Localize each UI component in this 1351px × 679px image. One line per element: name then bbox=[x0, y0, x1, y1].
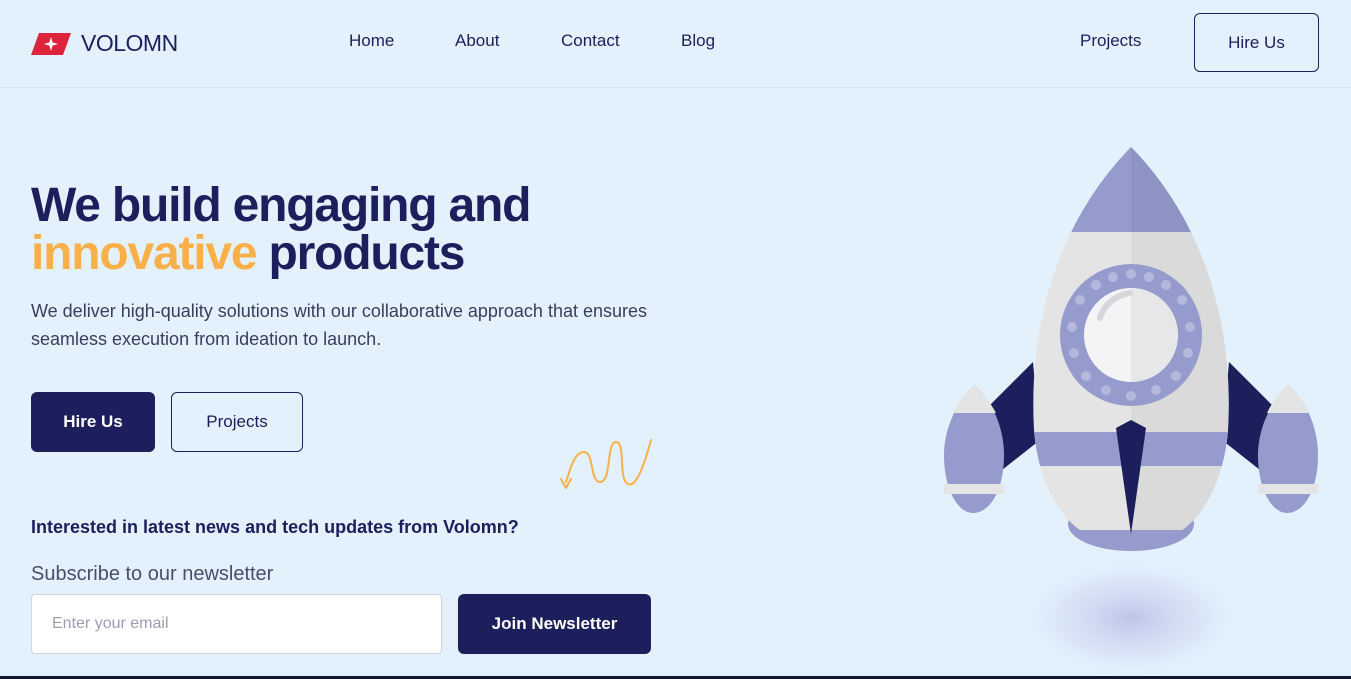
hire-us-button[interactable]: Hire Us bbox=[31, 392, 155, 452]
nav-item-about[interactable]: About bbox=[455, 31, 499, 51]
email-input[interactable] bbox=[31, 594, 442, 654]
newsletter-question: Interested in latest news and tech updat… bbox=[31, 517, 519, 537]
brand-logo[interactable]: VOLOMN bbox=[30, 30, 178, 57]
nav-item-blog[interactable]: Blog bbox=[681, 31, 715, 51]
hero-headline: We build engaging and innovative product… bbox=[31, 182, 671, 278]
newsletter-subtitle: Subscribe to our newsletter bbox=[31, 563, 274, 585]
headline-accent-word: innovative bbox=[31, 227, 258, 280]
hero-description: We deliver high-quality solutions with o… bbox=[31, 301, 648, 349]
nav-item-home[interactable]: Home bbox=[349, 31, 394, 51]
nav-item-projects[interactable]: Projects bbox=[1080, 31, 1141, 51]
projects-button[interactable]: Projects bbox=[171, 392, 303, 452]
brand-name: VOLOMN bbox=[81, 30, 178, 56]
top-navbar: VOLOMN Home About Contact Blog Projects … bbox=[0, 0, 1351, 88]
squiggle-arrow-icon bbox=[560, 439, 652, 489]
hire-us-nav-button[interactable]: Hire Us bbox=[1194, 13, 1319, 72]
headline-line-1: We build engaging and bbox=[31, 179, 531, 232]
headline-end-word: products bbox=[268, 227, 466, 280]
join-newsletter-button[interactable]: Join Newsletter bbox=[458, 594, 651, 654]
nav-item-contact[interactable]: Contact bbox=[561, 31, 620, 51]
rocket-illustration bbox=[944, 147, 1318, 679]
volomn-logo-icon bbox=[31, 32, 71, 55]
